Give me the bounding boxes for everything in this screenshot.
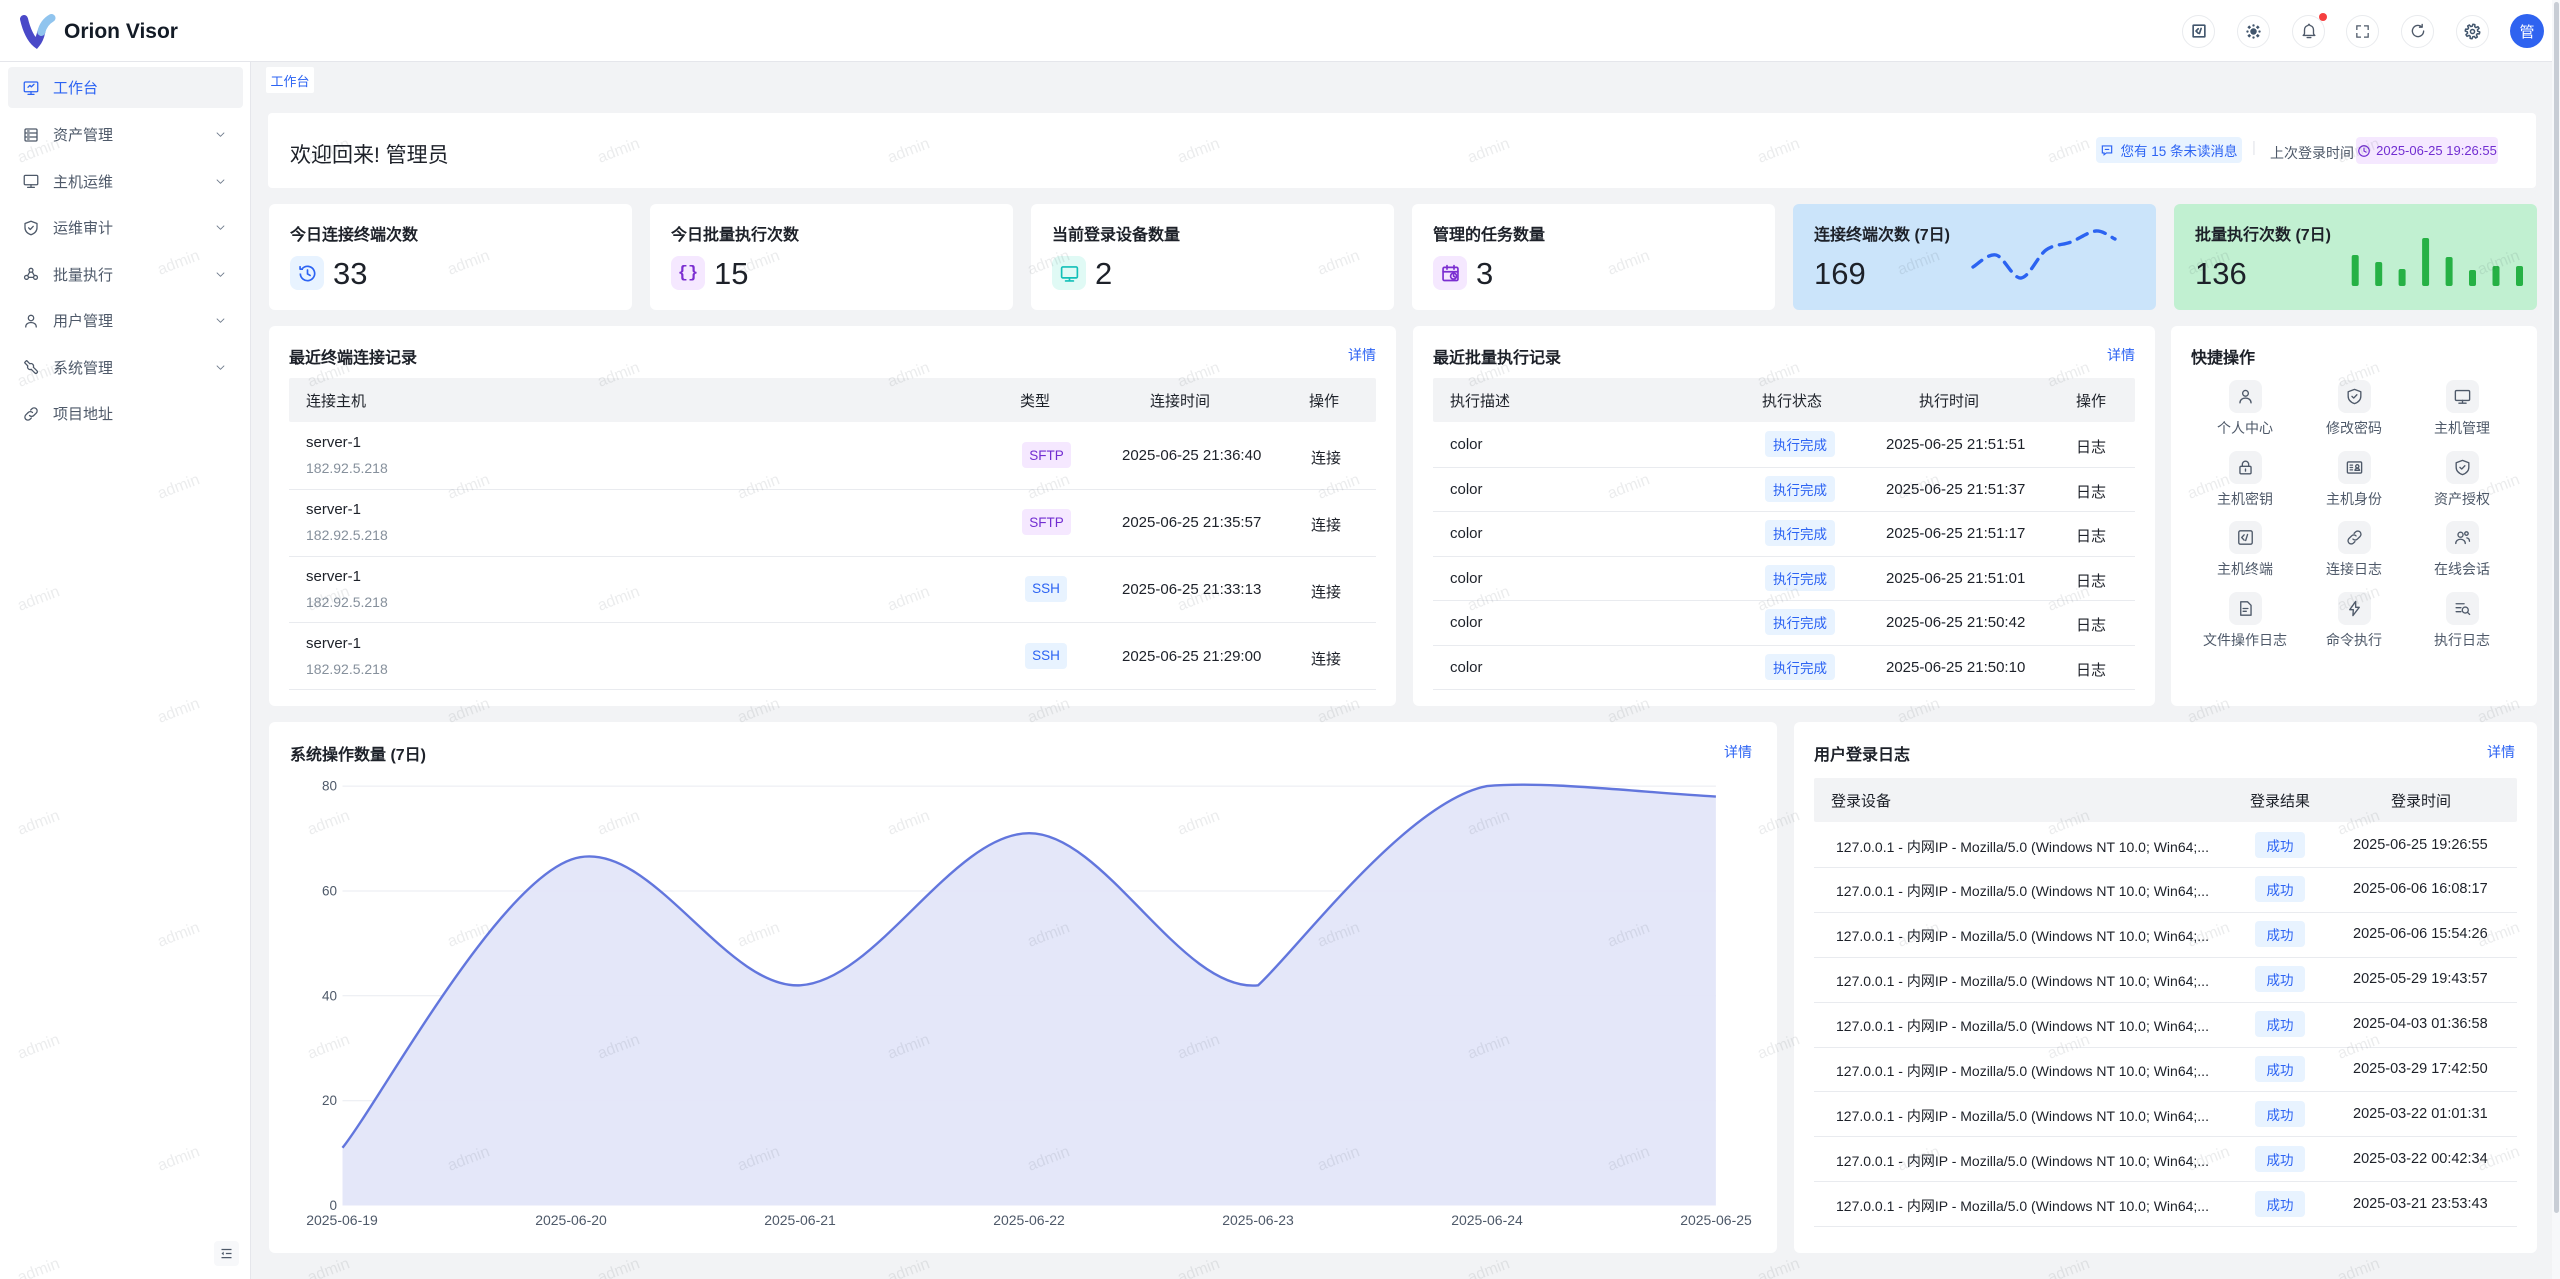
svg-text:2025-06-22: 2025-06-22 <box>993 1212 1065 1228</box>
svg-text:2025-06-24: 2025-06-24 <box>1451 1212 1523 1228</box>
svg-text:2025-06-21: 2025-06-21 <box>764 1212 836 1228</box>
svg-text:0: 0 <box>329 1198 337 1213</box>
svg-text:40: 40 <box>322 988 337 1003</box>
svg-text:2025-06-20: 2025-06-20 <box>535 1212 607 1228</box>
svg-text:2025-06-25: 2025-06-25 <box>1680 1212 1752 1228</box>
svg-text:20: 20 <box>322 1093 337 1108</box>
svg-text:60: 60 <box>322 884 337 899</box>
svg-text:2025-06-19: 2025-06-19 <box>306 1212 378 1228</box>
svg-text:80: 80 <box>322 779 337 794</box>
svg-text:2025-06-23: 2025-06-23 <box>1222 1212 1294 1228</box>
